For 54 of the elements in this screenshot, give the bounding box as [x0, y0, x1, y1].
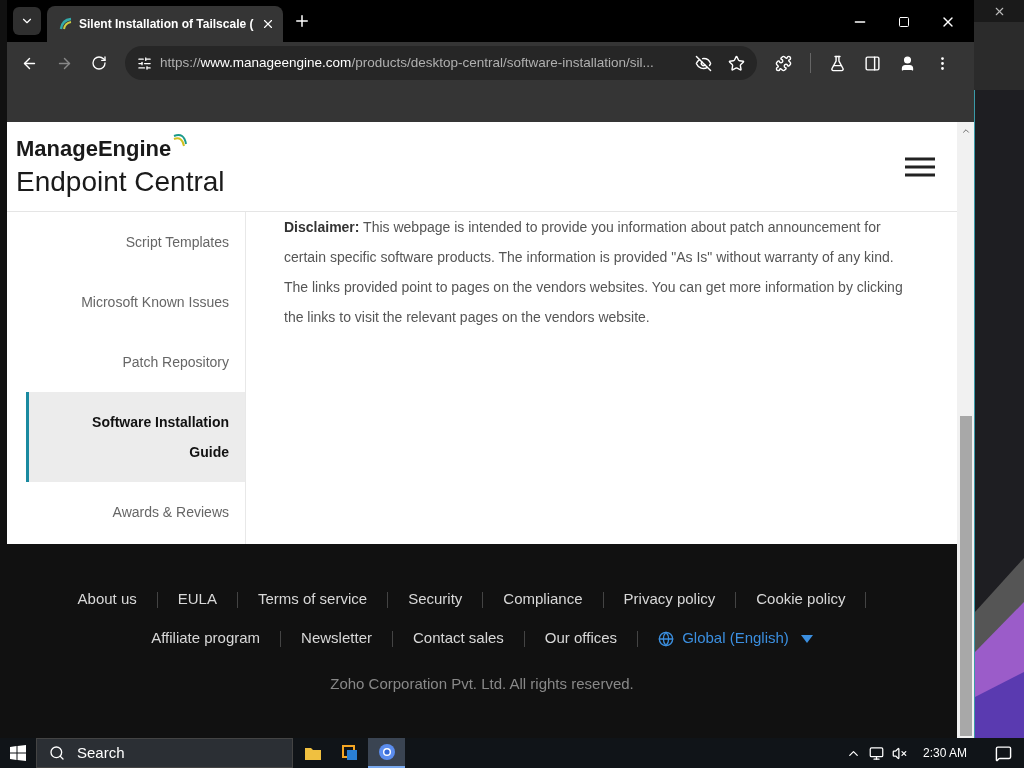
scroll-up-icon[interactable]	[960, 126, 971, 136]
flask-icon[interactable]	[829, 54, 846, 72]
scrollbar[interactable]	[957, 122, 974, 738]
site-settings-icon[interactable]	[137, 55, 152, 71]
language-selector[interactable]: Global (English)	[682, 627, 789, 650]
footer-link[interactable]: Privacy policy	[623, 588, 716, 611]
search-placeholder: Search	[77, 742, 125, 763]
caret-icon[interactable]	[800, 634, 813, 643]
footer-link[interactable]: Terms of service	[257, 588, 368, 611]
browser-icon[interactable]	[377, 743, 396, 761]
browser-tab[interactable]: Silent Installation of Tailscale (	[47, 6, 283, 42]
eye-slash-icon[interactable]	[695, 54, 712, 72]
sidebar-item[interactable]: Software Installation Guide	[26, 392, 245, 482]
clock-text[interactable]: 2:30 AM	[922, 744, 967, 762]
sidebar-item[interactable]: Awards & Reviews	[26, 482, 245, 542]
windows-start-icon[interactable]	[10, 745, 26, 761]
window-stack-icon[interactable]	[340, 744, 359, 762]
globe-icon	[658, 630, 675, 647]
extensions-icon[interactable]	[775, 54, 792, 72]
reload-icon[interactable]	[91, 55, 107, 71]
network-icon[interactable]	[868, 745, 884, 761]
folder-icon[interactable]	[303, 745, 322, 761]
maximize-icon[interactable]	[898, 16, 910, 28]
menu-icon[interactable]	[905, 156, 935, 177]
sidebar-item[interactable]: Microsoft Known Issues	[26, 272, 245, 332]
sidebar-item[interactable]: Patch Repository	[26, 332, 245, 392]
tab-title: Silent Installation of Tailscale (	[79, 16, 255, 33]
profile-icon[interactable]	[899, 54, 916, 72]
footer-link[interactable]: Security	[408, 588, 463, 611]
notifications-icon[interactable]	[995, 744, 1012, 762]
footer-link[interactable]: Our offices	[544, 627, 618, 650]
muted-speaker-icon[interactable]	[891, 745, 907, 761]
copyright-text: Zoho Corporation Pvt. Ltd. All rights reserved.	[330, 674, 634, 694]
logo-icon	[59, 17, 73, 31]
footer-link[interactable]: Compliance	[503, 588, 583, 611]
address-bar[interactable]: https://www.manageengine.com/products/desktop-central/software-installation/sil...	[125, 46, 757, 80]
footer-link[interactable]: Newsletter	[301, 627, 372, 650]
search-icon	[49, 745, 65, 761]
new-tab-icon[interactable]	[293, 12, 311, 30]
product-name: Endpoint Central	[16, 164, 225, 199]
sidebar-item[interactable]: Script Templates	[26, 212, 245, 272]
footer-link[interactable]: Affiliate program	[151, 627, 261, 650]
side-panel-icon[interactable]	[864, 54, 881, 72]
tab-list-button[interactable]	[13, 7, 41, 35]
url-text: https://www.manageengine.com/products/desktop-central/software-installation/sil...	[160, 53, 655, 72]
brand-name: ManageEngine	[16, 134, 172, 163]
footer-link[interactable]: Contact sales	[412, 627, 504, 650]
search-field[interactable]: Search	[36, 738, 293, 768]
close-icon[interactable]	[261, 17, 275, 31]
footer-link[interactable]: EULA	[177, 588, 217, 611]
disclaimer-paragraph: Disclaimer: This webpage is intended to provide you information about patch announcement for certain specific software products. The information is provided "As Is" without warranty of any kind. The links provided point to pages on the vendors websites. You can get more information by clicking the links to visit the relevant pages on the vendors website.	[284, 218, 904, 327]
bookmark-star-icon[interactable]	[728, 54, 745, 72]
footer-link[interactable]: About us	[77, 588, 137, 611]
footer-link[interactable]: Cookie policy	[756, 588, 846, 611]
